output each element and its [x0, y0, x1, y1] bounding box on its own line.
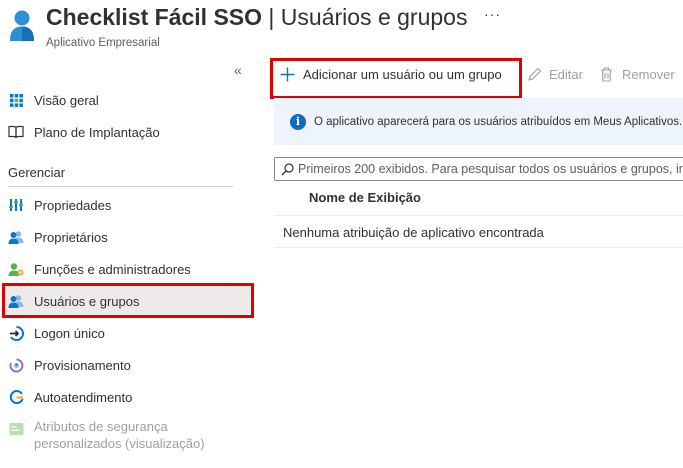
info-banner: i O aplicativo aparecerá para os usuário… — [274, 98, 683, 145]
enterprise-app-icon — [10, 10, 34, 41]
self-service-icon — [8, 389, 24, 405]
sidebar-item-self-service[interactable]: Autoatendimento — [3, 382, 252, 412]
info-icon: i — [290, 113, 306, 130]
provisioning-icon — [8, 357, 24, 373]
owners-icon — [8, 229, 24, 245]
sidebar-item-label: Visão geral — [34, 92, 99, 108]
row-divider — [274, 247, 683, 248]
info-banner-text: O aplicativo aparecerá para os usuários … — [314, 115, 683, 128]
search-input[interactable] — [298, 162, 683, 176]
remove-button[interactable]: Remover — [600, 67, 675, 82]
sidebar-item-label: Autoatendimento — [34, 389, 133, 405]
more-options-button[interactable]: ··· — [484, 6, 501, 22]
properties-icon — [8, 197, 24, 213]
sidebar-item-label-continued: personalizados (visualização) — [34, 436, 205, 451]
selection-highlight — [2, 283, 254, 318]
sidebar-item-deployment-plan[interactable]: Plano de Implantação — [3, 117, 252, 147]
sidebar-item-overview[interactable]: Visão geral — [3, 85, 252, 115]
section-heading-manage: Gerenciar — [8, 165, 66, 180]
collapse-sidebar-button[interactable]: « — [234, 62, 242, 78]
pencil-icon — [527, 67, 542, 82]
sidebar-item-label: Funções e administradores — [34, 261, 191, 277]
search-box[interactable] — [274, 157, 683, 181]
trash-icon — [600, 67, 613, 82]
sidebar-item-label: Provisionamento — [34, 357, 131, 373]
section-divider — [8, 186, 233, 187]
header-divider — [274, 215, 683, 216]
security-attributes-icon — [8, 421, 24, 437]
sidebar-item-label: Propriedades — [34, 197, 112, 213]
sidebar-item-properties[interactable]: Propriedades — [3, 190, 252, 220]
add-button-highlight — [270, 58, 522, 99]
roles-icon — [8, 261, 24, 277]
sidebar-item-label: Plano de Implantação — [34, 124, 160, 140]
edit-label: Editar — [549, 67, 583, 82]
sso-icon — [8, 325, 24, 341]
empty-table-message: Nenhuma atribuição de aplicativo encontr… — [283, 225, 544, 240]
sidebar-item-owners[interactable]: Proprietários — [3, 222, 252, 252]
sidebar-item-label: Logon único — [34, 325, 105, 341]
remove-label: Remover — [622, 67, 675, 82]
search-icon — [281, 162, 294, 176]
book-icon — [8, 124, 24, 140]
sidebar-item-label: Atributos de segurança — [34, 419, 168, 434]
page-subtitle: Aplicativo Empresarial — [46, 37, 160, 49]
edit-button[interactable]: Editar — [527, 67, 583, 82]
sidebar-item-label: Proprietários — [34, 229, 108, 245]
sidebar-item-provisioning[interactable]: Provisionamento — [3, 350, 252, 380]
sidebar-item-custom-security-attributes[interactable]: Atributos de segurança personalizados (v… — [3, 418, 252, 456]
grid-icon — [8, 92, 24, 108]
page-title: Checklist Fácil SSO | Usuários e grupos — [46, 4, 468, 30]
sidebar-item-roles-admins[interactable]: Funções e administradores — [3, 254, 252, 284]
sidebar-item-single-sign-on[interactable]: Logon único — [3, 318, 252, 348]
column-header-display-name[interactable]: Nome de Exibição — [309, 190, 421, 205]
